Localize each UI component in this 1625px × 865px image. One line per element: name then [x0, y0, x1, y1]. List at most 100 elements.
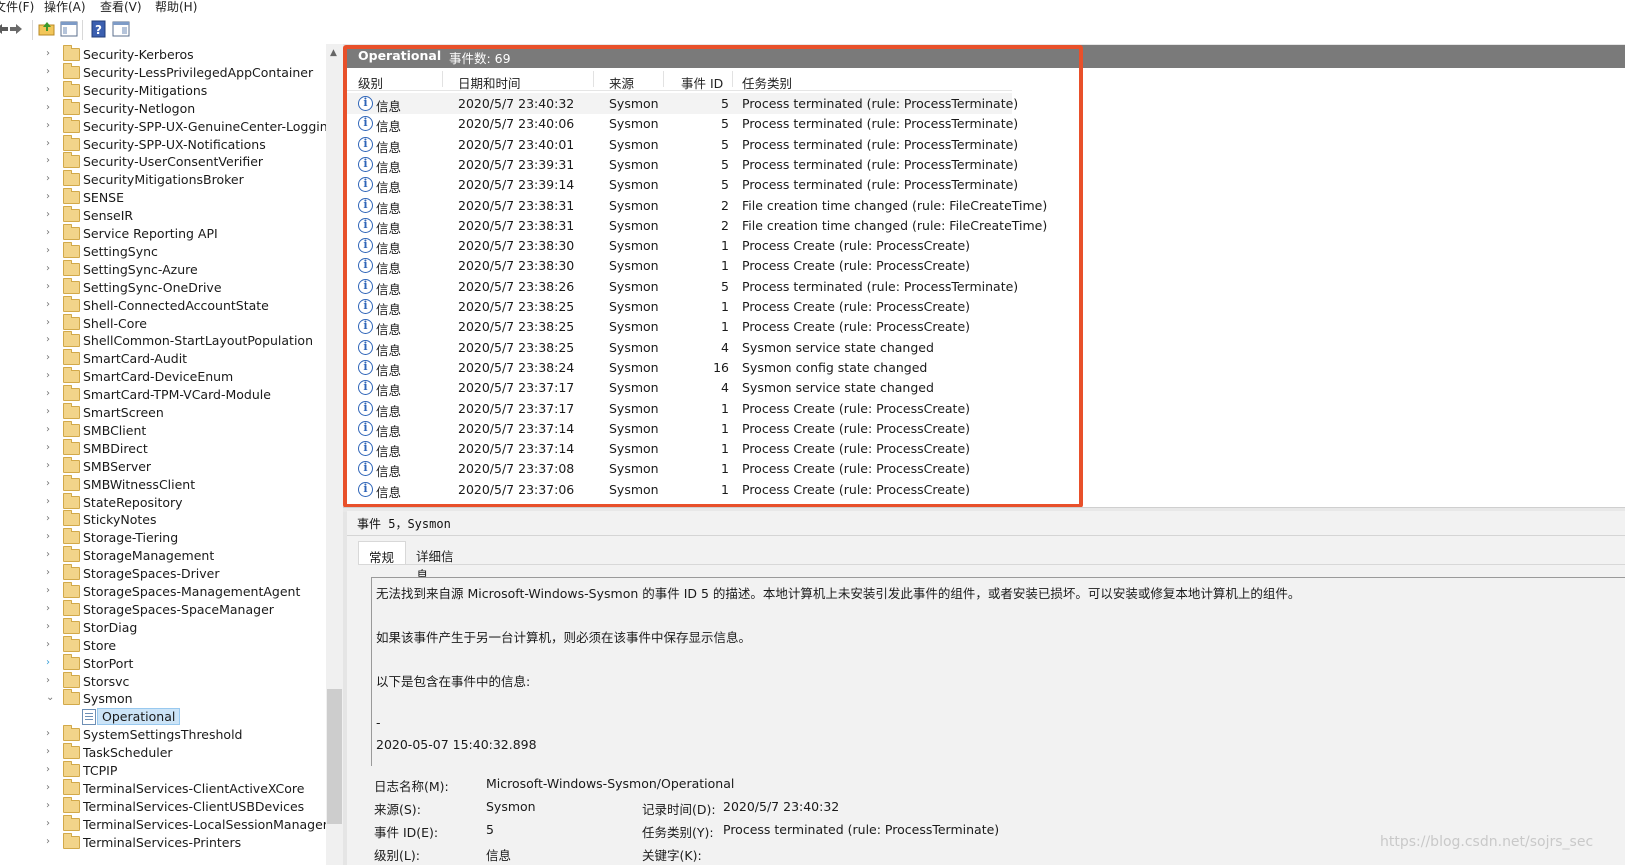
menu-view[interactable]: 查看(V)	[100, 0, 142, 15]
col-level[interactable]: 级别	[358, 73, 383, 92]
chevron-right-icon[interactable]: ›	[46, 621, 50, 632]
event-row[interactable]: 信息 2020/5/7 23:38:31 Sysmon 2 File creation …	[347, 215, 1047, 236]
chevron-right-icon[interactable]: ›	[46, 746, 50, 757]
col-datetime[interactable]: 日期和时间	[458, 73, 521, 92]
event-row[interactable]: 信息 2020/5/7 23:38:24 Sysmon 16 Sysmon config…	[347, 357, 1012, 378]
chevron-right-icon[interactable]: ›	[46, 299, 50, 310]
event-row[interactable]: 信息 2020/5/7 23:37:14 Sysmon 1 Process Create…	[347, 418, 1012, 439]
tree-item[interactable]: › SMBDirect	[0, 438, 326, 458]
chevron-right-icon[interactable]: ›	[46, 782, 50, 793]
tree-item[interactable]: › Security-Netlogon	[0, 98, 326, 118]
column-divider[interactable]	[593, 71, 594, 87]
help-icon[interactable]: ?	[90, 20, 108, 38]
chevron-right-icon[interactable]: ›	[46, 764, 50, 775]
col-event-id[interactable]: 事件 ID	[681, 73, 723, 92]
tree-item[interactable]: › Shell-ConnectedAccountState	[0, 295, 326, 315]
tab-details[interactable]: 详细信息	[406, 541, 466, 583]
tree-item[interactable]: › TerminalServices-LocalSessionManager	[0, 814, 326, 834]
chevron-right-icon[interactable]: ›	[46, 728, 50, 739]
tree-item[interactable]: › TerminalServices-ClientUSBDevices	[0, 796, 326, 816]
tree-item[interactable]: ⌄ Sysmon	[0, 689, 326, 708]
tab-general[interactable]: 常规	[358, 541, 406, 565]
chevron-right-icon[interactable]: ›	[46, 442, 50, 453]
event-row[interactable]: 信息 2020/5/7 23:38:30 Sysmon 1 Process Create…	[347, 235, 1012, 256]
tree-item[interactable]: › TCPIP	[0, 761, 326, 780]
tree-item[interactable]: › SystemSettingsThreshold	[0, 725, 326, 744]
chevron-right-icon[interactable]: ›	[46, 549, 50, 560]
event-row[interactable]: 信息 2020/5/7 23:37:08 Sysmon 1 Process Create…	[347, 458, 1012, 479]
event-row[interactable]: 信息 2020/5/7 23:38:25 Sysmon 4 Sysmon service…	[347, 337, 1012, 358]
column-divider[interactable]	[732, 71, 733, 87]
tree-item[interactable]: › SMBServer	[0, 456, 326, 476]
tree-item[interactable]: › ShellCommon-StartLayoutPopulation	[0, 331, 326, 350]
tree-item[interactable]: › SenseIR	[0, 206, 326, 225]
tree-item[interactable]: › Security-SPP-UX-Notifications	[0, 134, 326, 154]
tree-item[interactable]: › StorageSpaces-SpaceManager	[0, 599, 326, 619]
menu-action[interactable]: 操作(A)	[44, 0, 86, 15]
tree-item[interactable]: › SettingSync	[0, 241, 326, 261]
tree-item[interactable]: › SettingSync-OneDrive	[0, 277, 326, 297]
tree-item-operational[interactable]: Operational	[0, 708, 326, 726]
show-hide-tree-icon[interactable]	[60, 20, 78, 38]
chevron-right-icon[interactable]: ›	[46, 102, 50, 113]
tree-item[interactable]: › StorDiag	[0, 617, 326, 637]
chevron-right-icon[interactable]: ›	[46, 460, 50, 471]
tree-item[interactable]: › SmartCard-DeviceEnum	[0, 367, 326, 386]
chevron-right-icon[interactable]: ›	[46, 263, 50, 274]
chevron-right-icon[interactable]: ›	[46, 155, 50, 166]
tree-item[interactable]: › Shell-Core	[0, 313, 326, 333]
tree-item[interactable]: › SENSE	[0, 188, 326, 207]
tree-item[interactable]: › TaskScheduler	[0, 743, 326, 762]
chevron-right-icon[interactable]: ›	[46, 800, 50, 811]
chevron-right-icon[interactable]: ›	[46, 317, 50, 328]
chevron-right-icon[interactable]: ›	[46, 424, 50, 435]
menu-file[interactable]: 文件(F)	[0, 0, 34, 15]
chevron-right-icon[interactable]: ›	[46, 496, 50, 507]
chevron-right-icon[interactable]: ›	[46, 191, 50, 202]
chevron-right-icon[interactable]: ›	[46, 48, 50, 59]
chevron-right-icon[interactable]: ›	[46, 585, 50, 596]
chevron-right-icon[interactable]: ›	[46, 227, 50, 238]
tree-item[interactable]: › SettingSync-Azure	[0, 259, 326, 279]
tree-item[interactable]: › SmartScreen	[0, 403, 326, 422]
event-row[interactable]: 信息 2020/5/7 23:39:31 Sysmon 5 Process termin…	[347, 154, 1018, 175]
event-row[interactable]: 信息 2020/5/7 23:37:17 Sysmon 4 Sysmon service…	[347, 377, 1012, 398]
tree-item[interactable]: › SmartCard-Audit	[0, 349, 326, 368]
chevron-right-icon[interactable]: ›	[46, 388, 50, 399]
tree-item[interactable]: › SMBWitnessClient	[0, 474, 326, 494]
tree-item[interactable]: › Storage-Tiering	[0, 528, 326, 547]
tree-item[interactable]: › Storsvc	[0, 671, 326, 691]
chevron-right-icon[interactable]: ›	[46, 245, 50, 256]
tree-item[interactable]: › StorageManagement	[0, 546, 326, 565]
chevron-right-icon[interactable]: ›	[46, 66, 50, 77]
chevron-right-icon[interactable]: ›	[46, 209, 50, 220]
column-divider[interactable]	[442, 71, 443, 87]
chevron-right-icon[interactable]: ›	[46, 657, 50, 668]
tree-item[interactable]: › SMBClient	[0, 420, 326, 440]
tree-item[interactable]: › Security-Kerberos	[0, 45, 326, 64]
tree-item[interactable]: › StorageSpaces-ManagementAgent	[0, 582, 326, 601]
tree-item[interactable]: › Security-LessPrivilegedAppContainer	[0, 62, 326, 82]
chevron-right-icon[interactable]: ›	[46, 120, 50, 131]
col-source[interactable]: 来源	[609, 73, 634, 92]
chevron-right-icon[interactable]: ›	[46, 138, 50, 149]
forward-arrow-icon[interactable]	[8, 20, 26, 38]
chevron-down-icon[interactable]: ⌄	[46, 692, 54, 703]
event-row[interactable]: 信息 2020/5/7 23:37:06 Sysmon 1 Process Create…	[347, 479, 1012, 500]
chevron-right-icon[interactable]: ›	[46, 567, 50, 578]
chevron-right-icon[interactable]: ›	[46, 173, 50, 184]
menu-help[interactable]: 帮助(H)	[155, 0, 197, 15]
event-row[interactable]: 信息 2020/5/7 23:39:14 Sysmon 5 Process termin…	[347, 174, 1018, 195]
chevron-right-icon[interactable]: ›	[46, 352, 50, 363]
tree-item[interactable]: › Security-SPP-UX-GenuineCenter-Logging	[0, 116, 326, 136]
chevron-right-icon[interactable]: ›	[46, 603, 50, 614]
tree-item[interactable]: › Security-Mitigations	[0, 80, 326, 100]
event-row[interactable]: 信息 2020/5/7 23:37:17 Sysmon 1 Process Create…	[347, 398, 1012, 419]
chevron-right-icon[interactable]: ›	[46, 531, 50, 542]
tree-item[interactable]: › Security-UserConsentVerifier	[0, 152, 326, 171]
event-row[interactable]: 信息 2020/5/7 23:38:26 Sysmon 5 Process termin…	[347, 276, 1018, 297]
chevron-right-icon[interactable]: ›	[46, 513, 50, 524]
chevron-right-icon[interactable]: ›	[46, 84, 50, 95]
event-row[interactable]: 信息 2020/5/7 23:37:14 Sysmon 1 Process Create…	[347, 438, 1012, 459]
event-row[interactable]: 信息 2020/5/7 23:38:31 Sysmon 2 File creation …	[347, 195, 1047, 216]
